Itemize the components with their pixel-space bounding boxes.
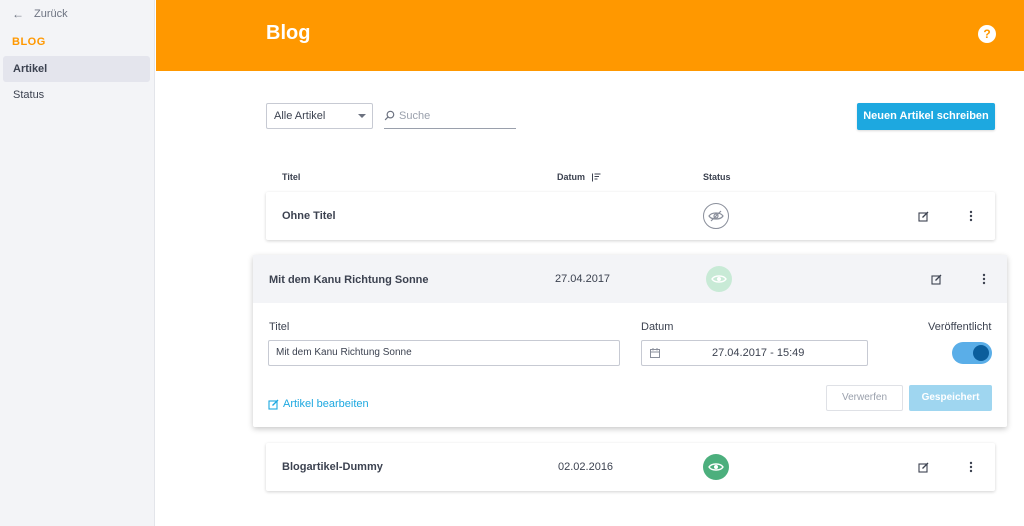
page-header: Blog ? — [156, 0, 1024, 71]
edit-icon — [268, 399, 279, 410]
eye-slash-icon[interactable] — [703, 203, 729, 229]
title-field-label: Titel — [269, 321, 290, 333]
more-icon[interactable] — [964, 460, 978, 474]
sidebar-item-artikel[interactable]: Artikel — [3, 56, 150, 82]
column-header-date-label: Datum — [557, 172, 586, 182]
eye-icon[interactable] — [703, 454, 729, 480]
search-input[interactable] — [399, 109, 509, 122]
table-row[interactable]: Mit dem Kanu Richtung Sonne 27.04.2017 — [253, 255, 1007, 303]
search-icon — [384, 110, 395, 121]
sidebar-item-status[interactable]: Status — [3, 82, 150, 108]
article-filter-select[interactable]: Alle Artikel — [266, 103, 373, 129]
table-row[interactable]: Blogartikel-Dummy 02.02.2016 — [266, 443, 995, 491]
sort-icon[interactable] — [591, 173, 601, 182]
sidebar-heading: BLOG — [12, 36, 46, 48]
published-toggle[interactable] — [952, 342, 992, 364]
column-header-title[interactable]: Titel — [282, 172, 300, 182]
table-row[interactable]: Ohne Titel — [266, 192, 995, 240]
edit-icon[interactable] — [929, 272, 943, 286]
edit-article-link[interactable]: Artikel bearbeiten — [268, 398, 369, 410]
sidebar: ← Zurück BLOG Artikel Status — [0, 0, 155, 526]
date-input[interactable]: 27.04.2017 - 15:49 — [641, 340, 868, 366]
eye-icon[interactable] — [706, 266, 732, 292]
edit-icon[interactable] — [916, 460, 930, 474]
calendar-icon — [650, 348, 660, 358]
column-header-date[interactable]: Datum — [557, 172, 601, 182]
edit-icon[interactable] — [916, 209, 930, 223]
arrow-left-icon: ← — [12, 7, 24, 21]
date-field-label: Datum — [641, 321, 674, 333]
row-date: 02.02.2016 — [558, 461, 614, 473]
row-title: Mit dem Kanu Richtung Sonne — [269, 274, 429, 286]
title-input-value: Mit dem Kanu Richtung Sonne — [276, 347, 412, 358]
new-article-button[interactable]: Neuen Artikel schreiben — [857, 103, 995, 130]
back-label: Zurück — [34, 8, 68, 20]
page-title: Blog — [266, 22, 311, 44]
search-field[interactable] — [384, 103, 516, 129]
expanded-article-card: Mit dem Kanu Richtung Sonne 27.04.2017 T… — [253, 255, 1007, 427]
toggle-knob — [973, 345, 989, 361]
row-title: Blogartikel-Dummy — [282, 461, 383, 473]
column-header-status: Status — [703, 172, 731, 182]
date-input-value: 27.04.2017 - 15:49 — [712, 347, 805, 359]
saved-button[interactable]: Gespeichert — [909, 385, 992, 411]
row-date: 27.04.2017 — [555, 273, 611, 285]
more-icon[interactable] — [964, 209, 978, 223]
back-link[interactable]: ← Zurück — [12, 7, 68, 21]
title-input[interactable]: Mit dem Kanu Richtung Sonne — [268, 340, 620, 366]
discard-button[interactable]: Verwerfen — [826, 385, 903, 411]
article-filter-value: Alle Artikel — [274, 110, 326, 122]
edit-article-label: Artikel bearbeiten — [283, 398, 369, 410]
published-label: Veröffentlicht — [928, 321, 992, 333]
more-icon[interactable] — [977, 272, 991, 286]
help-icon[interactable]: ? — [978, 25, 996, 43]
row-title: Ohne Titel — [282, 210, 336, 222]
caret-down-icon — [358, 114, 366, 118]
